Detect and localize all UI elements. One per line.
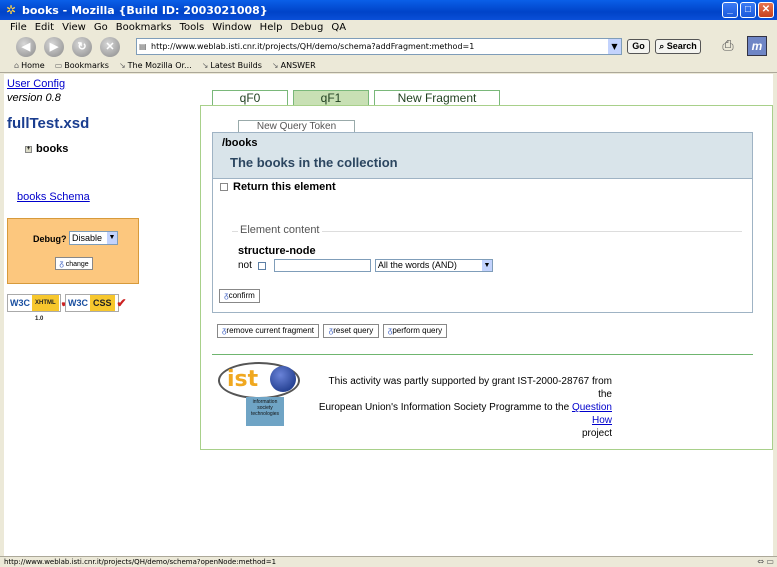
- url-text: http://www.weblab.isti.cnr.it/projects/Q…: [151, 42, 475, 51]
- ist-logo[interactable]: ist information society technologies: [218, 359, 300, 426]
- url-dropdown-icon[interactable]: ▼: [608, 39, 621, 54]
- globe-icon: [270, 366, 296, 392]
- query-token-panel: /books The books in the collection Retur…: [212, 132, 753, 313]
- menu-tools[interactable]: Tools: [180, 22, 205, 33]
- menu-edit[interactable]: Edit: [35, 22, 54, 33]
- chevron-down-icon: ▼: [107, 232, 117, 244]
- status-text: http://www.weblab.isti.cnr.it/projects/Q…: [4, 558, 277, 566]
- element-path: /books: [222, 137, 258, 149]
- confirm-button[interactable]: ᵹconfirm: [219, 289, 260, 303]
- schema-file-title: fullTest.xsd: [7, 115, 90, 132]
- go-button[interactable]: Go: [627, 39, 650, 54]
- menu-debug[interactable]: Debug: [290, 22, 323, 33]
- back-button[interactable]: ◀: [16, 37, 36, 57]
- button-icon: ᵹ: [59, 259, 64, 268]
- tree-node-books[interactable]: + books: [25, 143, 68, 155]
- keyword-input[interactable]: [273, 259, 371, 272]
- bookmark-home[interactable]: ⌂ Home: [14, 61, 45, 70]
- menu-go[interactable]: Go: [94, 22, 108, 33]
- ist-logo-subtitle: information society technologies: [246, 397, 284, 426]
- close-button[interactable]: ✕: [758, 2, 774, 18]
- not-label: not: [238, 260, 252, 271]
- debug-select[interactable]: Disable ▼: [69, 231, 118, 245]
- tab-qf1[interactable]: qF1: [293, 90, 369, 105]
- version-label: version 0.8: [7, 92, 61, 104]
- acknowledgement-text: This activity was partly supported by gr…: [318, 376, 612, 439]
- footer-divider: [212, 354, 753, 355]
- element-description: The books in the collection: [230, 155, 398, 170]
- stop-button[interactable]: ✕: [100, 37, 120, 57]
- tree-node-label: books: [36, 143, 69, 155]
- menu-qa[interactable]: QA: [331, 22, 346, 33]
- page-icon: ▤: [139, 42, 147, 51]
- search-button[interactable]: ⌕ Search: [655, 39, 701, 54]
- personal-toolbar: ⌂ Home ▭ Bookmarks ↘ The Mozilla Or... ↘ Lat…: [0, 59, 777, 73]
- folder-icon: ▭: [54, 61, 63, 70]
- debug-panel: Debug? Disable ▼ ᵹ change: [7, 218, 139, 284]
- checkmark-icon: ✔: [116, 296, 127, 310]
- query-fragment-frame: New Query Token /books The books in the …: [200, 105, 773, 450]
- user-config-link[interactable]: User Config: [7, 78, 65, 90]
- bookmark-bookmarks[interactable]: ▭ Bookmarks: [55, 61, 109, 70]
- change-button[interactable]: ᵹ change: [55, 257, 93, 270]
- home-icon: ⌂: [14, 61, 20, 70]
- mozilla-icon: ✲: [5, 3, 17, 17]
- menu-bookmarks[interactable]: Bookmarks: [116, 22, 172, 33]
- element-content-legend: Element content: [238, 224, 322, 236]
- return-element-label: Return this element: [233, 181, 336, 193]
- status-bar: http://www.weblab.isti.cnr.it/projects/Q…: [0, 556, 777, 567]
- w3c-css-badge[interactable]: W3C CSS ✔: [65, 294, 127, 312]
- search-label: Search: [666, 41, 697, 51]
- title-bar: ✲ books - Mozilla {Build ID: 2003021008}…: [0, 0, 777, 20]
- operator-select[interactable]: All the words (AND) ▼: [374, 259, 493, 272]
- chevron-down-icon: ▼: [481, 260, 492, 271]
- schema-link[interactable]: books Schema: [17, 191, 90, 203]
- bookmark-icon: ↘: [201, 61, 209, 70]
- menu-help[interactable]: Help: [260, 22, 283, 33]
- window-title: books - Mozilla {Build ID: 2003021008}: [22, 3, 268, 17]
- question-how-link[interactable]: Question How: [572, 402, 612, 426]
- url-input[interactable]: ▤ http://www.weblab.isti.cnr.it/projects…: [136, 38, 622, 55]
- not-checkbox[interactable]: [257, 261, 266, 270]
- bookmark-latest-builds[interactable]: ↘ Latest Builds: [202, 61, 262, 70]
- maximize-button[interactable]: □: [740, 2, 756, 18]
- expand-icon[interactable]: +: [25, 145, 32, 153]
- bookmark-mozilla-org[interactable]: ↘ The Mozilla Or...: [119, 61, 192, 70]
- print-icon[interactable]: ⎙: [717, 37, 739, 55]
- ist-logo-text: ist: [227, 367, 259, 392]
- bookmark-icon: ↘: [118, 61, 126, 70]
- menu-bar: File Edit View Go Bookmarks Tools Window…: [0, 20, 777, 35]
- query-token-header: /books The books in the collection: [213, 133, 752, 179]
- bookmark-answer[interactable]: ↘ ANSWER: [272, 61, 316, 70]
- tab-new-fragment[interactable]: New Fragment: [374, 90, 500, 105]
- search-icon: ⌕: [659, 41, 665, 51]
- page-viewport: User Config version 0.8 fullTest.xsd + b…: [4, 74, 773, 556]
- mozilla-throbber-icon[interactable]: m: [747, 36, 767, 56]
- tab-qf0[interactable]: qF0: [212, 90, 288, 105]
- minimize-button[interactable]: _: [722, 2, 738, 18]
- reload-button[interactable]: ↻: [72, 37, 92, 57]
- bookmark-icon: ↘: [271, 61, 279, 70]
- connection-icon: ⇔ ▭: [757, 557, 774, 566]
- reset-query-button[interactable]: ᵹreset query: [323, 324, 379, 338]
- condition-row: not All the words (AND) ▼: [238, 259, 493, 272]
- return-element-checkbox[interactable]: [220, 183, 228, 191]
- w3c-xhtml-badge[interactable]: W3C XHTML 1.0 ✔: [7, 294, 71, 322]
- perform-query-button[interactable]: ᵹperform query: [383, 324, 447, 338]
- debug-label: Debug?: [33, 234, 67, 244]
- return-element-row: Return this element: [220, 181, 336, 193]
- navigation-toolbar: ◀ ▶ ↻ ✕ ▤ http://www.weblab.isti.cnr.it/…: [0, 35, 777, 59]
- menu-window[interactable]: Window: [212, 22, 251, 33]
- remove-fragment-button[interactable]: ᵹremove current fragment: [217, 324, 319, 338]
- window-controls: _ □ ✕: [722, 2, 774, 18]
- structure-node-label: structure-node: [238, 245, 316, 257]
- forward-button[interactable]: ▶: [44, 37, 64, 57]
- menu-view[interactable]: View: [62, 22, 86, 33]
- menu-file[interactable]: File: [10, 22, 27, 33]
